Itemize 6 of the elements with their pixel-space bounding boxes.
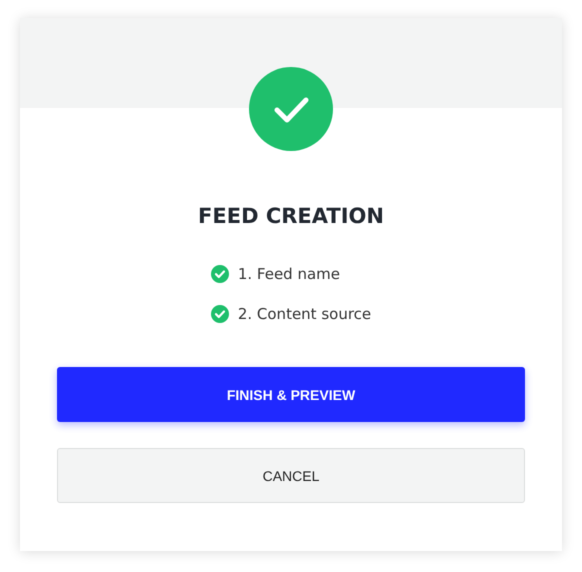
dialog-title: FEED CREATION [198,204,384,230]
success-check-icon [249,67,333,151]
step-label: 1. Feed name [238,265,340,284]
cancel-button[interactable]: CANCEL [57,448,525,504]
step-label: 2. Content source [238,305,372,324]
finish-button[interactable]: FINISH & PREVIEW [57,367,525,422]
